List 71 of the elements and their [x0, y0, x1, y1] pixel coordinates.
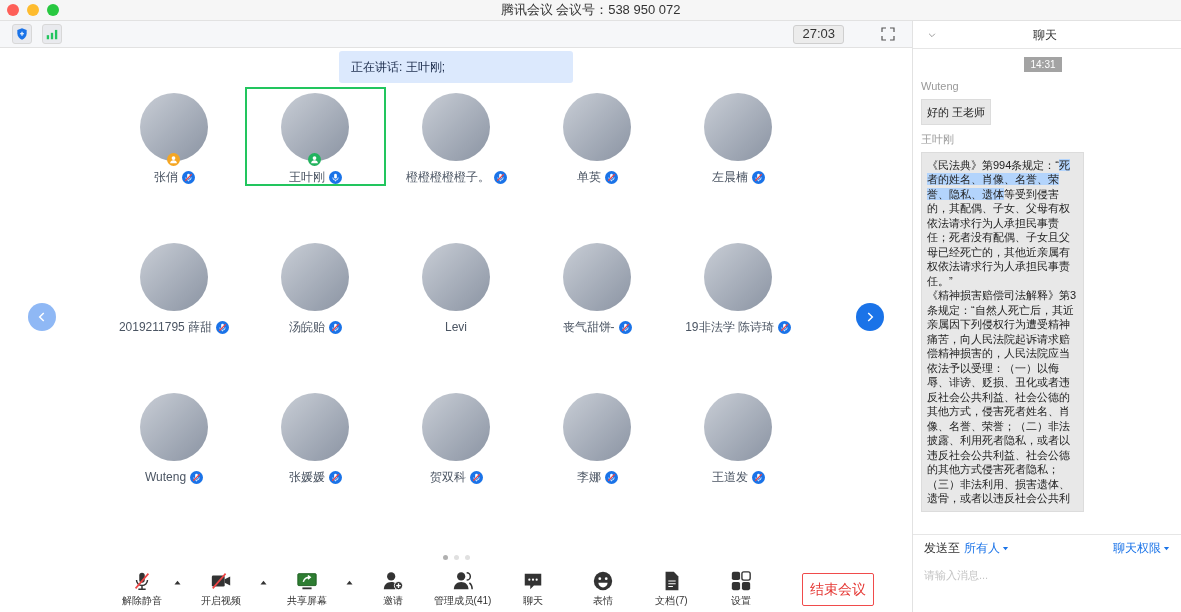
chat-permissions-dropdown[interactable]: 聊天权限: [1113, 539, 1170, 557]
fullscreen-icon[interactable]: [880, 26, 896, 42]
toolbar-button[interactable]: 聊天: [498, 570, 568, 608]
participant-tile[interactable]: 单英: [526, 87, 668, 186]
shield-icon: [15, 27, 29, 41]
speaker-banner: 正在讲话: 王叶刚;: [339, 51, 573, 83]
participant-name: 贺双科: [429, 469, 466, 486]
message-paragraph: （三）非法利用、损害遗体、遗骨，或者以违反社会公共利: [927, 476, 1071, 506]
participant-tile[interactable]: 橙橙橙橙橙子。: [385, 87, 527, 186]
toolbar-button[interactable]: 管理成员(41): [427, 570, 498, 608]
screen-share-icon: [295, 570, 318, 592]
participant-name: 19非法学 陈诗琦: [685, 319, 774, 336]
participant-tile[interactable]: 汤皖贻: [244, 237, 386, 336]
participant-name: 张俏: [153, 169, 178, 186]
add-person-icon: [381, 570, 404, 592]
security-button[interactable]: [12, 24, 32, 44]
message-timestamp: 14:31: [1024, 57, 1062, 72]
chat-title: 聊天: [1033, 26, 1057, 44]
participant-tile[interactable]: 左晨楠: [667, 87, 809, 186]
participant-name: 单英: [576, 169, 601, 186]
message-paragraph: 《精神损害赔偿司法解释》第3条规定：“自然人死亡后，其近亲属因下列侵权行为遭受精神痛苦，向人民法院起诉请求赔偿精神损害的，人民法院应当依法予以受理：（一）以侮辱、诽谤、贬损、丑化或者违反社会公共利益、社会公德的其他方式，侵害死者姓名、肖像、名誉、荣誉；（二）非法披露、利用死者隐私，或者以违反社会公共利益、社会公德的其他方式侵害死者隐私；: [927, 288, 1078, 477]
participant-name: 丧气甜饼-: [562, 319, 615, 336]
toolbar-button[interactable]: 表情: [568, 570, 637, 608]
participant-tile[interactable]: Wuteng: [103, 387, 245, 486]
recipient-dropdown[interactable]: 所有人: [964, 539, 1009, 557]
participant-tile[interactable]: 2019211795 薛甜: [103, 237, 245, 336]
message-sender: Wuteng: [921, 79, 960, 94]
participant-tile[interactable]: 贺双科: [385, 387, 527, 486]
caret-down-icon: [1002, 544, 1009, 552]
next-page-button[interactable]: [856, 303, 884, 331]
participant-tile[interactable]: 张俏: [103, 87, 245, 186]
people-icon: [451, 570, 474, 592]
smiley-icon: [591, 570, 614, 592]
message-paragraph: 好的 王老师: [927, 104, 986, 119]
participant-name: Wuteng: [144, 469, 187, 486]
toolbar-button[interactable]: 共享屏幕: [272, 570, 341, 608]
zoom-button[interactable]: [47, 4, 59, 16]
participant-tile[interactable]: 李娜: [526, 387, 668, 486]
participant-name: 汤皖贻: [288, 319, 325, 336]
participant-tile[interactable]: Levi: [385, 237, 527, 336]
message-paragraph: 《民法典》第994条规定：“死者的姓名、肖像、名誉、荣誉、隐私、遗体等受到侵害的，其配偶、子女、父母有权依法请求行为人承担民事责任；死者没有配偶、子女且父母已经死亡的，其他近亲属有权依法请求行为人承担民事责任。”: [927, 157, 1072, 288]
toolbar-button[interactable]: 设置: [706, 570, 775, 608]
send-to-label: 发送至: [924, 540, 960, 557]
end-meeting-button[interactable]: 结束会议: [802, 572, 874, 606]
previous-page-button[interactable]: [28, 303, 56, 331]
participant-name: 左晨楠: [711, 169, 748, 186]
signal-icon: [45, 27, 59, 41]
participant-tile[interactable]: 王叶刚: [244, 87, 386, 186]
toolbar-button[interactable]: 开启视频: [186, 570, 255, 608]
minimize-button[interactable]: [27, 4, 39, 16]
caret-down-icon: [1163, 544, 1170, 552]
toolbar-button[interactable]: 解除静音: [114, 570, 169, 608]
window-title: 腾讯会议 会议号：538 950 072: [500, 2, 681, 18]
network-button[interactable]: [42, 24, 62, 44]
participant-name: 张媛媛: [288, 469, 325, 486]
message-sender: 王叶刚: [921, 132, 955, 147]
participant-tile[interactable]: 王道发: [667, 387, 809, 486]
participant-name: 王叶刚: [288, 169, 325, 186]
close-button[interactable]: [7, 4, 19, 16]
toolbar-button[interactable]: 文档(7): [637, 570, 706, 608]
participant-name: 王道发: [711, 469, 748, 486]
participant-tile[interactable]: 张媛媛: [244, 387, 386, 486]
participant-tile[interactable]: 19非法学 陈诗琦: [667, 237, 809, 336]
participant-name: 橙橙橙橙橙子。: [405, 169, 490, 186]
participant-name: Levi: [445, 319, 467, 336]
grid-icon: [729, 570, 752, 592]
participant-name: 2019211795 薛甜: [118, 319, 213, 336]
participant-name: 李娜: [576, 469, 601, 486]
participant-tile[interactable]: 丧气甜饼-: [526, 237, 668, 336]
toolbar-button[interactable]: 邀请: [358, 570, 427, 608]
meeting-timer: 27:03: [793, 24, 844, 44]
